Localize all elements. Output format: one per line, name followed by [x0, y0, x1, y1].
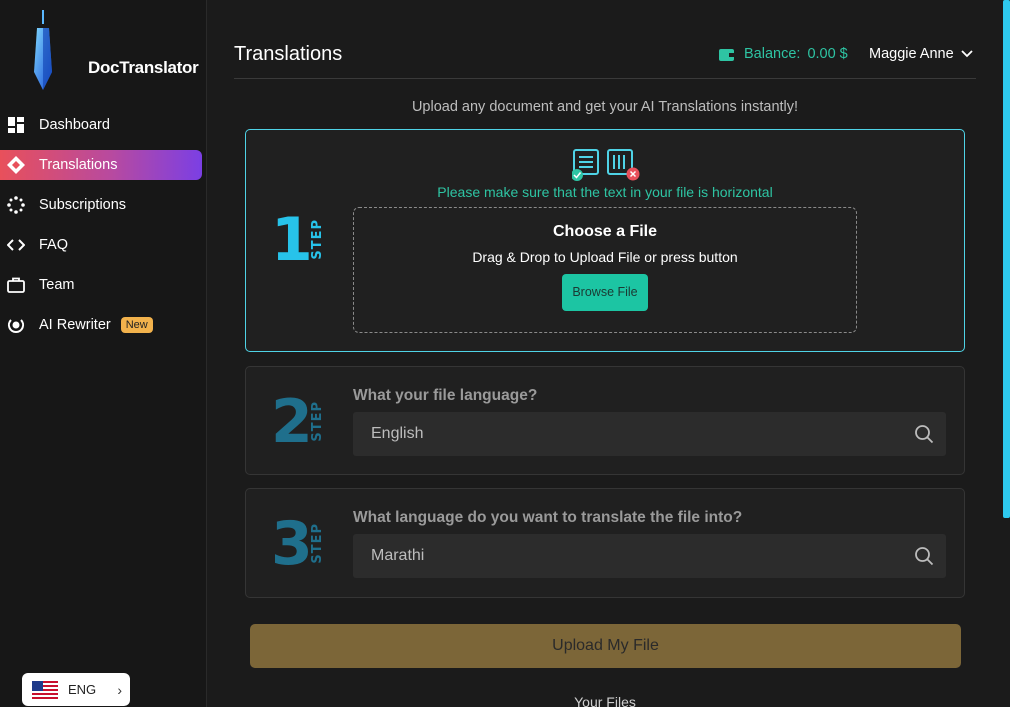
upload-file-button[interactable]: Upload My File [250, 624, 961, 668]
step-3-target-language: 3 STEP What language do you want to tran… [245, 488, 965, 598]
your-files-heading: Your Files [574, 694, 636, 707]
balance-label: Balance: [744, 46, 801, 62]
sidebar-item-faq[interactable]: FAQ [0, 230, 202, 260]
search-icon [915, 547, 934, 566]
main-content: Translations Balance: 0.00 $ Maggie Anne… [207, 0, 1002, 707]
sidebar-item-subscriptions[interactable]: Subscriptions [0, 190, 202, 220]
step-2-source-language: 2 STEP What your file language? English [245, 366, 965, 475]
step-number: 3 STEP [271, 509, 325, 579]
target-language-select[interactable]: Marathi [353, 534, 946, 578]
dropzone-title: Choose a File [552, 223, 658, 240]
search-icon [915, 425, 934, 444]
source-language-select[interactable]: English [353, 412, 946, 456]
step-digit: 3 [271, 509, 313, 579]
file-dropzone[interactable]: Choose a File Drag & Drop to Upload File… [353, 207, 857, 333]
horizontal-text-note: Please make sure that the text in your f… [437, 184, 773, 200]
step-word: STEP [310, 523, 325, 564]
balance-value: 0.00 $ [807, 46, 848, 62]
language-selector[interactable]: ENG › [22, 673, 130, 706]
page-header: Translations Balance: 0.00 $ Maggie Anne [234, 0, 976, 79]
sidebar: DocTranslator Dashboard Translations Sub… [0, 0, 207, 707]
translate-icon [7, 156, 25, 174]
sidebar-item-ai-rewriter[interactable]: AI Rewriter New [0, 310, 202, 340]
sidebar-item-label: FAQ [39, 237, 69, 253]
rewriter-icon [7, 316, 25, 334]
code-brackets-icon [7, 236, 25, 254]
dashboard-icon [7, 116, 25, 134]
sidebar-item-label: Dashboard [39, 117, 110, 133]
scrollbar-thumb[interactable] [1003, 0, 1010, 518]
page-title: Translations [234, 43, 343, 65]
user-name: Maggie Anne [869, 46, 954, 62]
sidebar-item-label: Subscriptions [39, 197, 127, 213]
sidebar-item-translations[interactable]: Translations [0, 150, 202, 180]
balance: Balance: 0.00 $ [719, 46, 848, 62]
target-language-question: What language do you want to translate t… [353, 509, 743, 526]
sidebar-item-team[interactable]: Team [0, 270, 202, 300]
target-language-value: Marathi [371, 547, 425, 564]
chevron-right-icon: › [117, 681, 122, 698]
step-word: STEP [310, 219, 325, 260]
sidebar-item-label: Team [39, 277, 75, 293]
sidebar-item-label: Translations [39, 157, 118, 173]
step-number: 1 STEP [271, 205, 325, 275]
sidebar-nav: Dashboard Translations Subscriptions FAQ… [0, 110, 207, 350]
step-digit: 1 [271, 205, 313, 275]
user-menu[interactable]: Maggie Anne [869, 46, 973, 62]
app-name: DocTranslator [88, 58, 199, 77]
sparkle-icon [7, 196, 25, 214]
step-1-upload: 1 STEP Please make sure that the text in… [245, 129, 965, 352]
wallet-icon [719, 48, 734, 61]
dropzone-subtitle: Drag & Drop to Upload File or press butt… [472, 249, 738, 265]
language-label: ENG [68, 682, 97, 697]
tower-logo-icon [34, 10, 52, 90]
file-orientation-icon [572, 149, 640, 181]
source-language-question: What your file language? [353, 387, 538, 404]
us-flag-icon [32, 680, 58, 699]
app-logo[interactable]: DocTranslator [28, 10, 199, 90]
source-language-value: English [371, 425, 424, 442]
chevron-down-icon [961, 50, 973, 58]
browse-file-button[interactable]: Browse File [562, 274, 648, 311]
step-word: STEP [310, 401, 325, 442]
briefcase-icon [7, 276, 25, 294]
step-number: 2 STEP [271, 387, 325, 457]
step-digit: 2 [271, 387, 313, 457]
intro-text: Upload any document and get your AI Tran… [411, 99, 799, 115]
new-badge: New [120, 317, 153, 333]
sidebar-item-label: AI Rewriter [39, 317, 111, 333]
sidebar-item-dashboard[interactable]: Dashboard [0, 110, 202, 140]
